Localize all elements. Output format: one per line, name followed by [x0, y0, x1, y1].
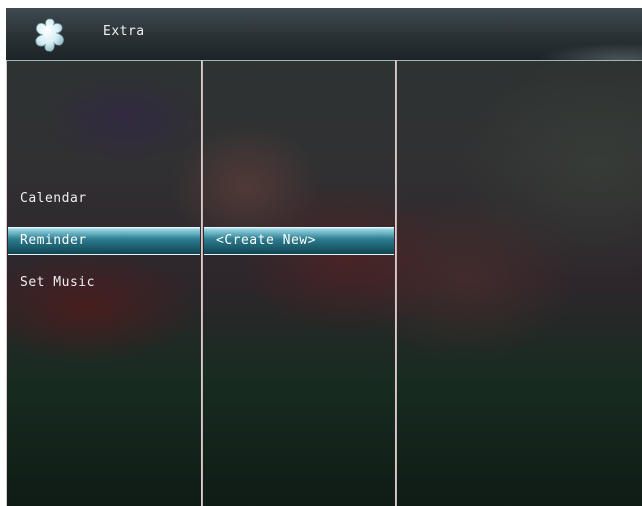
title-bar: Extra: [6, 8, 642, 61]
column-divider-1: [201, 60, 203, 506]
title-bar-swoosh: [492, 30, 642, 60]
background-shade: [6, 8, 642, 506]
photo-frame-screen: Extra Calendar Reminder Set Music <Creat…: [0, 0, 642, 506]
background-photo: [6, 8, 642, 506]
submenu-item-create-new[interactable]: <Create New>: [204, 227, 394, 255]
page-title: Extra: [103, 24, 145, 39]
menu-item-set-music[interactable]: Set Music: [8, 269, 200, 297]
extra-app-icon: [35, 18, 64, 52]
menu-item-calendar[interactable]: Calendar: [8, 185, 200, 213]
menu-item-reminder[interactable]: Reminder: [8, 227, 200, 255]
column-divider-2: [395, 60, 397, 506]
column-divider-left: [6, 60, 7, 506]
